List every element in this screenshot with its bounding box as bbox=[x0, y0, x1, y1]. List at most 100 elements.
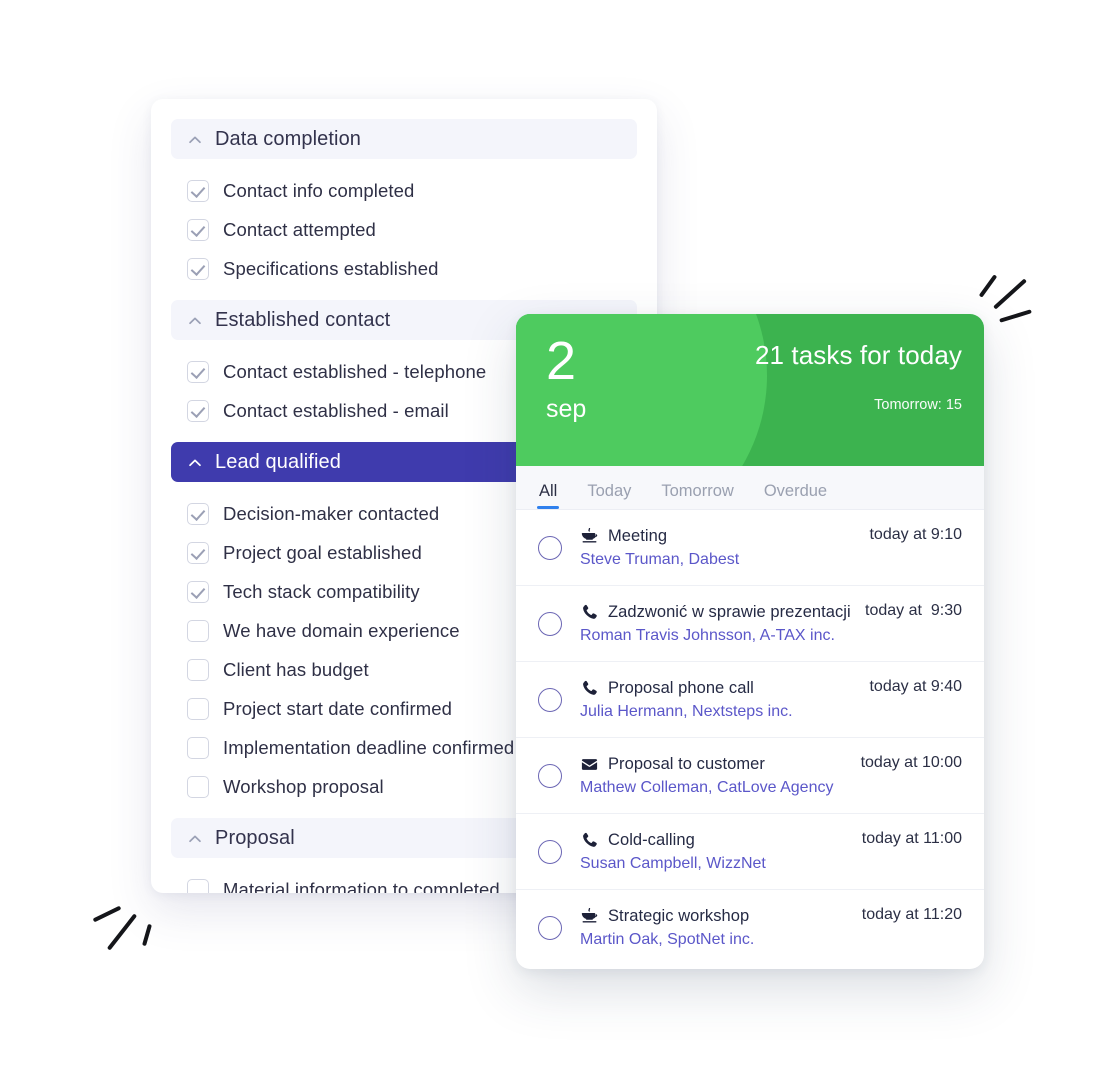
header-day-number: 2 bbox=[546, 331, 577, 391]
checklist-item-label: Specifications established bbox=[223, 257, 439, 279]
tab-all[interactable]: All bbox=[536, 482, 560, 509]
checklist-item-label: Tech stack compatibility bbox=[223, 580, 420, 602]
chevron-up-icon bbox=[187, 831, 203, 847]
checkbox-checked-icon[interactable] bbox=[187, 399, 209, 422]
task-row[interactable]: Meeting Steve Truman, Dabest today at 9:10 bbox=[516, 510, 984, 586]
task-complete-toggle[interactable] bbox=[538, 763, 562, 788]
task-complete-toggle[interactable] bbox=[538, 839, 562, 864]
checklist-item-label: Contact attempted bbox=[223, 218, 376, 240]
task-time: today at 9:40 bbox=[869, 678, 962, 695]
tasks-card: 2 sep 21 tasks for today Tomorrow: 15 Al… bbox=[516, 314, 984, 969]
task-body: Proposal phone call Julia Hermann, Nextst… bbox=[580, 679, 859, 721]
tab-today[interactable]: Today bbox=[587, 482, 631, 509]
checklist-item-label: Decision-maker contacted bbox=[223, 502, 440, 524]
screenshot-root: Data completion Contact info completed Con… bbox=[0, 0, 1100, 1076]
task-contact[interactable]: Roman Travis Johnsson, A-TAX inc. bbox=[580, 627, 855, 645]
task-complete-toggle[interactable] bbox=[538, 687, 562, 712]
checklist-item-label: Contact established - telephone bbox=[223, 360, 487, 382]
checklist-item-label: Material information to completed bbox=[223, 878, 500, 894]
checkbox-unchecked-icon[interactable] bbox=[187, 697, 209, 720]
checklist-item[interactable]: Contact attempted bbox=[151, 210, 657, 249]
task-row[interactable]: Zadzwonić w sprawie prezentacji Roman Tra… bbox=[516, 586, 984, 662]
chevron-up-icon bbox=[187, 132, 203, 148]
task-contact[interactable]: Julia Hermann, Nextsteps inc. bbox=[580, 703, 859, 721]
task-time: today at 11:20 bbox=[861, 906, 962, 923]
task-title: Zadzwonić w sprawie prezentacji bbox=[608, 602, 851, 621]
checklist-item-label: Contact info completed bbox=[223, 179, 415, 201]
checkbox-unchecked-icon[interactable] bbox=[187, 658, 209, 681]
task-time: today at 9:10 bbox=[869, 526, 962, 543]
checkbox-unchecked-icon[interactable] bbox=[187, 775, 209, 798]
checklist-item-label: We have domain experience bbox=[223, 619, 460, 641]
checklist-section-title: Lead qualified bbox=[215, 450, 341, 473]
tasks-card-header: 2 sep 21 tasks for today Tomorrow: 15 bbox=[516, 314, 984, 466]
task-complete-toggle[interactable] bbox=[538, 611, 562, 636]
checkbox-unchecked-icon[interactable] bbox=[187, 619, 209, 642]
task-contact[interactable]: Susan Campbell, WizzNet bbox=[580, 855, 852, 873]
task-title: Cold-calling bbox=[608, 830, 695, 849]
tab-overdue[interactable]: Overdue bbox=[764, 482, 827, 509]
checkbox-checked-icon[interactable] bbox=[187, 257, 209, 280]
coffee-cup-icon bbox=[580, 907, 599, 926]
task-body: Proposal to customer Mathew Colleman, Cat… bbox=[580, 755, 851, 797]
task-title-line: Zadzwonić w sprawie prezentacji bbox=[580, 603, 855, 622]
checklist-items: Contact info completed Contact attempted S… bbox=[151, 165, 657, 300]
checklist-item[interactable]: Specifications established bbox=[151, 249, 657, 288]
coffee-cup-icon bbox=[580, 527, 599, 546]
checkbox-checked-icon[interactable] bbox=[187, 541, 209, 564]
checklist-item-label: Implementation deadline confirmed bbox=[223, 736, 515, 758]
phone-icon bbox=[580, 831, 599, 850]
checklist-item-label: Client has budget bbox=[223, 658, 369, 680]
checklist-item-label: Project goal established bbox=[223, 541, 422, 563]
task-contact[interactable]: Steve Truman, Dabest bbox=[580, 551, 859, 569]
checklist-section-title: Data completion bbox=[215, 127, 362, 150]
header-summary: 21 tasks for today Tomorrow: 15 bbox=[755, 340, 962, 413]
task-title-line: Cold-calling bbox=[580, 831, 852, 850]
task-body: Cold-calling Susan Campbell, WizzNet bbox=[580, 831, 852, 873]
task-title: Proposal phone call bbox=[608, 678, 754, 697]
checkbox-checked-icon[interactable] bbox=[187, 218, 209, 241]
task-contact[interactable]: Mathew Colleman, CatLove Agency bbox=[580, 779, 851, 797]
task-time: today at 10:00 bbox=[860, 754, 962, 771]
task-body: Zadzwonić w sprawie prezentacji Roman Tra… bbox=[580, 603, 855, 645]
task-row[interactable]: Cold-calling Susan Campbell, WizzNet today… bbox=[516, 814, 984, 890]
task-title-line: Strategic workshop bbox=[580, 907, 852, 926]
task-title: Proposal to customer bbox=[608, 754, 765, 773]
header-task-count: 21 tasks for today bbox=[754, 340, 962, 370]
task-row[interactable]: Proposal to customer Mathew Colleman, Cat… bbox=[516, 738, 984, 814]
phone-icon bbox=[580, 603, 599, 622]
checkbox-checked-icon[interactable] bbox=[187, 360, 209, 383]
sparkle-decoration-top-right bbox=[975, 274, 1035, 332]
task-list: Meeting Steve Truman, Dabest today at 9:10… bbox=[516, 510, 984, 969]
header-date: 2 sep bbox=[546, 332, 586, 424]
checkbox-checked-icon[interactable] bbox=[187, 580, 209, 603]
task-time: today at 9:30 bbox=[865, 602, 962, 619]
task-title: Meeting bbox=[608, 526, 668, 545]
task-row[interactable]: Strategic workshop Martin Oak, SpotNet in… bbox=[516, 890, 984, 966]
task-body: Strategic workshop Martin Oak, SpotNet in… bbox=[580, 907, 852, 949]
task-complete-toggle[interactable] bbox=[538, 535, 562, 560]
checkbox-checked-icon[interactable] bbox=[187, 502, 209, 525]
task-row[interactable]: Proposal phone call Julia Hermann, Nextst… bbox=[516, 662, 984, 738]
chevron-up-icon bbox=[187, 455, 203, 471]
chevron-up-icon bbox=[187, 313, 203, 329]
checkbox-unchecked-icon[interactable] bbox=[187, 736, 209, 759]
tab-tomorrow[interactable]: Tomorrow bbox=[661, 482, 733, 509]
header-tomorrow-count: Tomorrow: 15 bbox=[874, 397, 962, 413]
task-title-line: Proposal to customer bbox=[580, 755, 851, 774]
task-complete-toggle[interactable] bbox=[538, 916, 562, 940]
task-time: today at 11:00 bbox=[861, 830, 962, 847]
sparkle-decoration-bottom-left bbox=[92, 900, 162, 956]
checklist-section-header[interactable]: Data completion bbox=[171, 119, 637, 159]
task-contact[interactable]: Martin Oak, SpotNet inc. bbox=[580, 931, 852, 949]
checkbox-unchecked-icon[interactable] bbox=[187, 878, 209, 893]
phone-icon bbox=[580, 679, 599, 698]
envelope-icon bbox=[580, 755, 599, 774]
checklist-section-title: Established contact bbox=[215, 308, 391, 331]
checklist-item-label: Project start date confirmed bbox=[223, 697, 453, 719]
checkbox-checked-icon[interactable] bbox=[187, 179, 209, 202]
checklist-item-label: Contact established - email bbox=[223, 399, 449, 421]
task-body: Meeting Steve Truman, Dabest bbox=[580, 527, 859, 569]
checklist-item[interactable]: Contact info completed bbox=[151, 171, 657, 210]
task-title-line: Proposal phone call bbox=[580, 679, 859, 698]
